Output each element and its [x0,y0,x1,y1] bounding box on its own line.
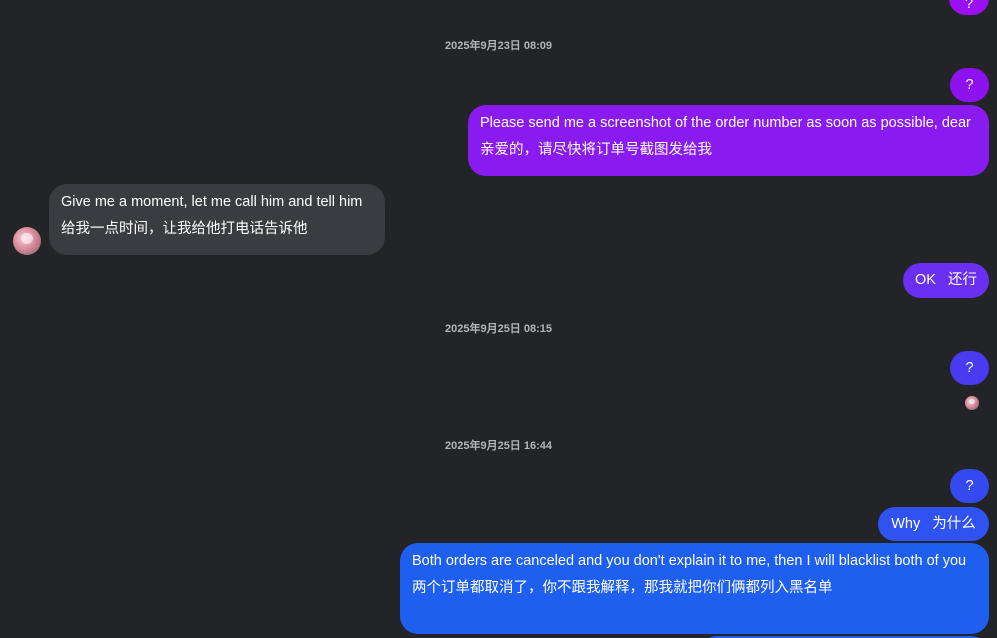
message-text: Why 为什么 [891,516,976,532]
message-bubble-outgoing[interactable]: ? [950,469,989,503]
message-bubble-outgoing[interactable]: OK 还行 [903,263,989,298]
message-bubble-outgoing-partial[interactable]: ? [949,0,989,15]
timestamp-divider: 2025年9月23日 08:09 [444,40,552,52]
message-bubble-outgoing[interactable]: ? [950,68,989,102]
message-bubble-outgoing[interactable]: Both orders are canceled and you don't e… [400,543,989,634]
timestamp-divider: 2025年9月25日 08:15 [444,323,552,335]
message-text: ? [965,77,974,93]
message-text: ? [964,0,974,12]
message-text-zh: 两个订单都取消了，你不跟我解释，那我就把你们俩都列入黑名单 [412,580,833,596]
read-receipt-avatar [965,396,979,410]
message-text: ? [965,478,974,494]
message-text: OK 还行 [914,272,978,288]
message-text: ? [965,360,974,376]
message-text-zh: 亲爱的，请尽快将订单号截图发给我 [480,142,712,158]
chat-thread: ? 2025年9月23日 08:09 ? Please send me a sc… [0,0,997,638]
message-bubble-outgoing[interactable]: Why 为什么 [878,507,989,541]
message-text-zh: 给我一点时间，让我给他打电话告诉他 [61,221,308,237]
message-text-en: Please send me a screenshot of the order… [480,115,971,131]
message-text-en: Give me a moment, let me call him and te… [61,194,363,210]
message-text-en: Both orders are canceled and you don't e… [412,553,967,569]
message-bubble-outgoing[interactable]: ? [950,351,989,385]
message-bubble-incoming[interactable]: Give me a moment, let me call him and te… [49,184,385,255]
contact-avatar[interactable] [13,227,41,255]
timestamp-divider: 2025年9月25日 16:44 [444,440,552,452]
message-bubble-outgoing[interactable]: Please send me a screenshot of the order… [468,105,989,176]
